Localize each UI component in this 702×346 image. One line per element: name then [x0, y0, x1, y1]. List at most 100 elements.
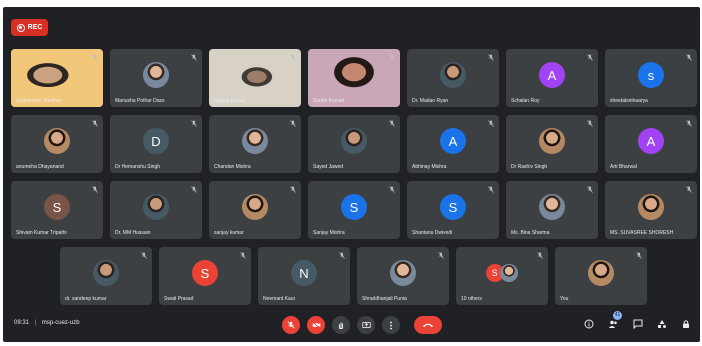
- mic-muted-icon: [92, 120, 98, 127]
- avatar: S: [44, 194, 70, 221]
- chat-icon: [633, 319, 643, 330]
- present-screen-icon: [361, 322, 371, 328]
- mic-muted-icon: [686, 186, 692, 193]
- clock-time: 09:31: [14, 320, 30, 326]
- mic-muted-icon: [92, 54, 98, 61]
- participant-tile[interactable]: S 10 others: [456, 247, 548, 305]
- mic-muted-icon: [92, 186, 98, 193]
- participant-tile[interactable]: anumeha Dhayanand: [11, 115, 103, 173]
- mic-muted-icon: [686, 54, 692, 61]
- avatar: A: [539, 62, 565, 89]
- participant-tile[interactable]: Chandan Mishra: [209, 115, 301, 173]
- chat-button[interactable]: [632, 319, 644, 331]
- host-controls-button[interactable]: [680, 319, 692, 331]
- participant-tile[interactable]: Dr Rashiv Singh: [506, 115, 598, 173]
- participant-tile[interactable]: Sanjay Kumar: [209, 49, 301, 107]
- avatar: [143, 194, 169, 221]
- participant-tile[interactable]: MS. SUVASREE SHORESH: [605, 181, 697, 239]
- avatar: D: [143, 128, 169, 155]
- participant-name: Arti Bharwal: [610, 164, 637, 170]
- people-icon: [608, 320, 617, 328]
- participant-name: Dr. Madan Ryan: [412, 98, 449, 104]
- present-button[interactable]: [357, 316, 375, 334]
- more-options-button[interactable]: [382, 316, 400, 334]
- participant-tile[interactable]: A Abhinay Mishra: [407, 115, 499, 173]
- participant-tile[interactable]: S Swati Prasad: [159, 247, 251, 305]
- avatar: s: [638, 62, 664, 89]
- mic-muted-icon: [389, 120, 395, 127]
- participant-name: dr. sandeep kumar: [65, 296, 107, 302]
- participant-tile[interactable]: You: [555, 247, 647, 305]
- participant-tile[interactable]: s sheetalsinhaarya: [605, 49, 697, 107]
- participant-tile[interactable]: Shraddhanjali Punia: [357, 247, 449, 305]
- participant-tile[interactable]: Sayed Jawed: [308, 115, 400, 173]
- participant-name: Abhinay Mishra: [412, 164, 447, 170]
- participant-name: Dr Rashiv Singh: [511, 164, 548, 170]
- mic-muted-icon: [488, 120, 494, 127]
- mic-off-button[interactable]: [282, 316, 300, 334]
- mic-muted-icon: [587, 54, 593, 61]
- participant-name: Chandan Mishra: [214, 164, 251, 170]
- participant-name: Sunita Kumari: [313, 98, 345, 104]
- mic-muted-icon: [438, 252, 444, 259]
- mic-muted-icon: [240, 252, 246, 259]
- shapes-icon: [658, 320, 666, 328]
- leave-call-button[interactable]: [414, 316, 442, 334]
- participant-tile[interactable]: Dr. MM Hussain: [110, 181, 202, 239]
- camera-off-button[interactable]: [307, 316, 325, 334]
- avatar: [242, 128, 268, 155]
- avatar: [93, 260, 119, 287]
- avatar: A: [638, 128, 664, 155]
- participant-name: Shraddhanjali Punia: [362, 296, 407, 302]
- avatar: S: [341, 194, 367, 221]
- participant-name: Shivam Kumar Tripathi: [16, 230, 67, 236]
- participant-name: Neemant Kaur: [263, 296, 296, 302]
- participant-name: Shantanu Dwivedi: [412, 230, 453, 236]
- more-vert-icon: [390, 321, 392, 329]
- participant-tile[interactable]: dr. sandeep kumar: [60, 247, 152, 305]
- participant-tile[interactable]: N Neemant Kaur: [258, 247, 350, 305]
- activities-button[interactable]: [656, 319, 668, 331]
- avatar: [539, 128, 565, 155]
- mic-muted-icon: [290, 54, 296, 61]
- participant-tile[interactable]: Ms. Bina Sharma: [506, 181, 598, 239]
- participant-name: Sanjay Mishra: [313, 230, 345, 236]
- mic-muted-icon: [389, 54, 395, 61]
- participant-tile[interactable]: Sudhanshu Shekhar: [11, 49, 103, 107]
- mic-muted-icon: [488, 54, 494, 61]
- mic-off-icon: [287, 321, 295, 329]
- participant-tile[interactable]: Manusha Pothar Dass: [110, 49, 202, 107]
- participant-name: Dr Hemanshu Singh: [115, 164, 161, 170]
- participant-name: You: [560, 296, 569, 302]
- avatar: [539, 194, 565, 221]
- participant-tile[interactable]: S Shantanu Dwivedi: [407, 181, 499, 239]
- participant-name: Sayed Jawed: [313, 164, 344, 170]
- mic-muted-icon: [389, 186, 395, 193]
- people-button[interactable]: [607, 319, 619, 331]
- participant-count-badge: 41: [613, 311, 622, 320]
- avatar: [390, 260, 416, 287]
- participant-tile[interactable]: Sunita Kumari: [308, 49, 400, 107]
- avatar: [143, 62, 169, 89]
- participant-tile[interactable]: Dr. Madan Ryan: [407, 49, 499, 107]
- participant-tile[interactable]: S Sanjay Mishra: [308, 181, 400, 239]
- mic-muted-icon: [290, 186, 296, 193]
- participant-name: sanjay kumar: [214, 230, 244, 236]
- meeting-details-button[interactable]: [583, 319, 595, 331]
- mic-muted-icon: [587, 186, 593, 193]
- mic-muted-icon: [636, 252, 642, 259]
- raise-hand-button[interactable]: [332, 316, 350, 334]
- hang-up-icon: [422, 323, 434, 328]
- participant-tile[interactable]: D Dr Hemanshu Singh: [110, 115, 202, 173]
- meeting-info: 09:31 | msp-cuez-uzb: [14, 320, 80, 326]
- participant-name: Manusha Pothar Dass: [115, 98, 165, 104]
- participant-name: MS. SUVASREE SHORESH: [610, 230, 674, 236]
- avatar: [638, 194, 664, 221]
- avatar: [500, 264, 519, 283]
- participant-tile[interactable]: S Shivam Kumar Tripathi: [11, 181, 103, 239]
- participant-tile[interactable]: A Schalan Roy: [506, 49, 598, 107]
- participant-tile[interactable]: A Arti Bharwal: [605, 115, 697, 173]
- participant-tile[interactable]: sanjay kumar: [209, 181, 301, 239]
- info-icon: [584, 319, 594, 329]
- participant-name: Sudhanshu Shekhar: [16, 98, 62, 104]
